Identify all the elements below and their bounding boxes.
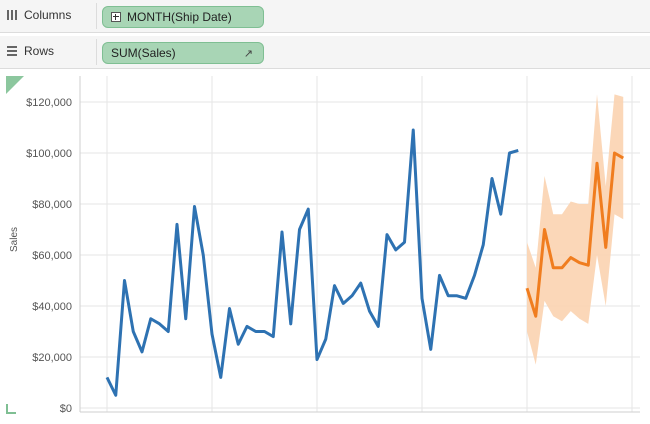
- forecast-band-layer: [527, 94, 624, 365]
- corner-bracket-icon: [6, 404, 16, 414]
- grid-layer: [79, 76, 640, 413]
- columns-drop-zone[interactable]: MONTH(Ship Date): [96, 3, 646, 29]
- y-tick-labels: $0 $20,000 $40,000 $60,000 $80,000 $100,000 $1…: [26, 97, 72, 415]
- rows-shelf: Rows SUM(Sales) ↗: [0, 36, 650, 69]
- columns-pill-text: MONTH(Ship Date): [127, 10, 232, 24]
- y-tick-label: $20,000: [32, 352, 72, 364]
- corner-marker-icon: [6, 76, 24, 94]
- columns-shelf-label: Columns: [6, 8, 71, 22]
- y-tick-label: $80,000: [32, 199, 72, 211]
- columns-label-text: Columns: [24, 8, 72, 22]
- y-axis-title: Sales: [9, 226, 20, 252]
- y-tick-label: $120,000: [26, 97, 72, 109]
- forecast-confidence-band: [527, 94, 624, 365]
- rows-label-text: Rows: [24, 44, 55, 58]
- rows-shelf-label: Rows: [6, 44, 54, 58]
- month-ship-date-pill[interactable]: MONTH(Ship Date): [102, 6, 264, 28]
- line-layer: [105, 128, 625, 397]
- sum-sales-pill[interactable]: SUM(Sales) ↗: [102, 42, 264, 64]
- columns-shelf-icon: [6, 9, 18, 21]
- rows-pill-text: SUM(Sales): [111, 46, 176, 60]
- forecast-series-line: [525, 151, 625, 318]
- y-tick-label: $100,000: [26, 148, 72, 160]
- y-tick-label: $40,000: [32, 301, 72, 313]
- actual-series-line: [105, 128, 519, 397]
- columns-shelf: Columns MONTH(Ship Date): [0, 0, 650, 33]
- y-tick-label: $60,000: [32, 250, 72, 262]
- y-tick-label: $0: [60, 403, 72, 415]
- rows-drop-zone[interactable]: SUM(Sales) ↗: [96, 39, 646, 65]
- rows-shelf-icon: [6, 45, 18, 57]
- plus-box-icon[interactable]: [111, 12, 121, 22]
- arrow-icon[interactable]: ↗: [244, 47, 253, 60]
